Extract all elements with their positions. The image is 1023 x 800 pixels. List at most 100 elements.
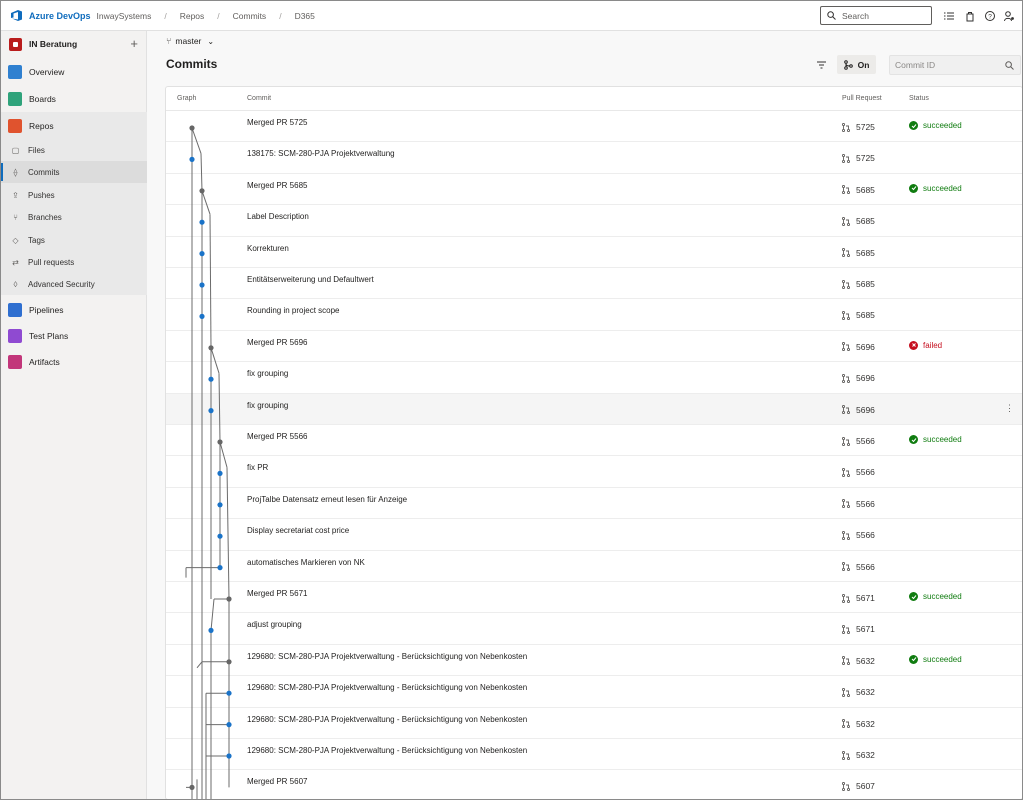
commit-message-link[interactable]: Merged PR 5685 xyxy=(247,181,307,190)
build-status[interactable]: succeeded xyxy=(909,183,962,193)
pull-request-link[interactable]: 5696 xyxy=(842,373,875,383)
sidebar-item-branches[interactable]: ⑂ Branches xyxy=(1,206,147,228)
commit-message-link[interactable]: 129680: SCM-280-PJA Projektverwaltung - … xyxy=(247,715,527,724)
breadcrumb-org[interactable]: InwaySystems xyxy=(97,11,152,21)
table-row[interactable]: automatisches Markieren von NK 5566 xyxy=(166,551,1022,582)
table-row[interactable]: Merged PR 5566 5566 succeeded xyxy=(166,425,1022,457)
commit-message-link[interactable]: Korrekturen xyxy=(247,244,289,253)
pull-request-link[interactable]: 5566 xyxy=(842,499,875,509)
commit-message-link[interactable]: Merged PR 5671 xyxy=(247,589,307,598)
commit-message-link[interactable]: ProjTalbe Datensatz erneut lesen für Anz… xyxy=(247,495,407,504)
nav-test-plans[interactable]: Test Plans xyxy=(1,324,147,348)
sidebar-item-commits[interactable]: ⟠ Commits xyxy=(1,161,147,183)
commit-message-link[interactable]: 129680: SCM-280-PJA Projektverwaltung - … xyxy=(247,683,527,692)
pull-request-link[interactable]: 5685 xyxy=(842,279,875,289)
organization-header[interactable]: IN Beratung + xyxy=(1,31,147,57)
add-icon[interactable]: + xyxy=(130,36,138,51)
breadcrumb-commits[interactable]: Commits xyxy=(233,11,267,21)
pull-request-link[interactable]: 5632 xyxy=(842,687,875,697)
pull-request-link[interactable]: 5632 xyxy=(842,656,875,666)
pull-request-link[interactable]: 5566 xyxy=(842,562,875,572)
sidebar-item-advanced-security[interactable]: ◊ Advanced Security xyxy=(1,273,147,295)
table-row[interactable]: 129680: SCM-280-PJA Projektverwaltung - … xyxy=(166,708,1022,739)
table-row[interactable]: Rounding in project scope 5685 xyxy=(166,299,1022,331)
pull-request-link[interactable]: 5566 xyxy=(842,467,875,477)
table-row[interactable]: Display secretariat cost price 5566 xyxy=(166,519,1022,551)
pull-request-link[interactable]: 5685 xyxy=(842,248,875,258)
table-row[interactable]: 129680: SCM-280-PJA Projektverwaltung - … xyxy=(166,739,1022,771)
pull-request-link[interactable]: 5685 xyxy=(842,216,875,226)
commit-message-link[interactable]: Entitätserweiterung und Defaultwert xyxy=(247,275,374,284)
table-row[interactable]: Entitätserweiterung und Defaultwert 5685 xyxy=(166,268,1022,300)
build-status[interactable]: failed xyxy=(909,340,942,350)
breadcrumb-repo[interactable]: D365 xyxy=(295,11,315,21)
commit-message-link[interactable]: 129680: SCM-280-PJA Projektverwaltung - … xyxy=(247,652,527,661)
table-row[interactable]: ProjTalbe Datensatz erneut lesen für Anz… xyxy=(166,488,1022,520)
table-row[interactable]: 138175: SCM-280-PJA Projektverwaltung 572… xyxy=(166,142,1022,174)
sidebar-item-pull-requests[interactable]: ⇄ Pull requests xyxy=(1,251,147,273)
global-search-input[interactable]: Search xyxy=(820,6,932,25)
table-row[interactable]: 129680: SCM-280-PJA Projektverwaltung - … xyxy=(166,645,1022,677)
nav-artifacts[interactable]: Artifacts xyxy=(1,350,147,374)
commit-message-link[interactable]: 129680: SCM-280-PJA Projektverwaltung - … xyxy=(247,746,527,755)
brand-link[interactable]: Azure DevOps xyxy=(29,11,91,21)
marketplace-bag-icon[interactable] xyxy=(964,10,976,22)
commit-message-link[interactable]: Merged PR 5607 xyxy=(247,777,307,786)
pull-request-link[interactable]: 5685 xyxy=(842,185,875,195)
commit-message-link[interactable]: Label Description xyxy=(247,212,309,221)
commit-message-link[interactable]: fix PR xyxy=(247,463,268,472)
pull-request-link[interactable]: 5696 xyxy=(842,405,875,415)
table-row[interactable]: Korrekturen 5685 xyxy=(166,237,1022,268)
table-row[interactable]: Merged PR 5685 5685 succeeded xyxy=(166,174,1022,206)
table-row[interactable]: Merged PR 5696 5696 failed xyxy=(166,331,1022,363)
pull-request-link[interactable]: 5696 xyxy=(842,342,875,352)
commit-message-link[interactable]: automatisches Markieren von NK xyxy=(247,558,365,567)
pull-request-link[interactable]: 5671 xyxy=(842,624,875,634)
pull-request-link[interactable]: 5725 xyxy=(842,122,875,132)
filter-icon[interactable] xyxy=(816,60,827,70)
sidebar-item-pushes[interactable]: ⇪ Pushes xyxy=(1,184,147,206)
commit-message-link[interactable]: Display secretariat cost price xyxy=(247,526,349,535)
pull-request-link[interactable]: 5671 xyxy=(842,593,875,603)
more-actions-icon[interactable]: ⋮ xyxy=(1005,403,1014,414)
sidebar-item-files[interactable]: ▢ Files xyxy=(1,139,147,161)
build-status[interactable]: succeeded xyxy=(909,654,962,664)
branch-selector[interactable]: ⑂ master ⌄ xyxy=(166,36,214,46)
build-status[interactable]: succeeded xyxy=(909,435,962,444)
build-status[interactable]: succeeded xyxy=(909,592,962,601)
table-row[interactable]: Label Description 5685 xyxy=(166,205,1022,237)
pull-request-link[interactable]: 5566 xyxy=(842,530,875,540)
commit-message-link[interactable]: 138175: SCM-280-PJA Projektverwaltung xyxy=(247,149,395,158)
graph-toggle-button[interactable]: On xyxy=(837,55,876,74)
table-row[interactable]: fix grouping 5696 ⋮ xyxy=(166,393,1022,425)
commit-message-link[interactable]: Rounding in project scope xyxy=(247,306,340,315)
commit-message-link[interactable]: fix grouping xyxy=(247,401,288,410)
build-status[interactable]: succeeded xyxy=(909,121,962,130)
pull-request-link[interactable]: 5632 xyxy=(842,750,875,760)
breadcrumb-repos[interactable]: Repos xyxy=(180,11,205,21)
nav-pipelines[interactable]: Pipelines xyxy=(1,298,147,322)
commit-message-link[interactable]: Merged PR 5725 xyxy=(247,118,307,127)
pull-request-link[interactable]: 5566 xyxy=(842,436,875,446)
table-row[interactable]: Merged PR 5671 5671 succeeded xyxy=(166,582,1022,614)
sidebar-item-tags[interactable]: ◇ Tags xyxy=(1,229,147,251)
pull-request-link[interactable]: 5607 xyxy=(842,781,875,791)
commit-message-link[interactable]: Merged PR 5696 xyxy=(247,338,307,347)
pull-request-link[interactable]: 5685 xyxy=(842,310,875,320)
commit-id-search-input[interactable]: Commit ID xyxy=(889,55,1021,75)
table-row[interactable]: fix PR 5566 xyxy=(166,456,1022,488)
table-row[interactable]: fix grouping 5696 xyxy=(166,362,1022,394)
table-row[interactable]: Merged PR 5725 5725 succeeded xyxy=(166,111,1022,143)
table-row[interactable]: 129680: SCM-280-PJA Projektverwaltung - … xyxy=(166,676,1022,708)
nav-repos[interactable]: Repos xyxy=(1,114,147,138)
help-icon[interactable]: ? xyxy=(984,10,996,22)
nav-overview[interactable]: Overview xyxy=(1,60,147,84)
nav-boards[interactable]: Boards xyxy=(1,87,147,111)
commit-message-link[interactable]: fix grouping xyxy=(247,369,288,378)
commit-message-link[interactable]: adjust grouping xyxy=(247,620,302,629)
commit-message-link[interactable]: Merged PR 5566 xyxy=(247,432,307,441)
user-settings-icon[interactable] xyxy=(1003,10,1015,22)
task-list-icon[interactable] xyxy=(943,10,955,22)
pull-request-link[interactable]: 5725 xyxy=(842,153,875,163)
table-row[interactable]: adjust grouping 5671 xyxy=(166,613,1022,645)
